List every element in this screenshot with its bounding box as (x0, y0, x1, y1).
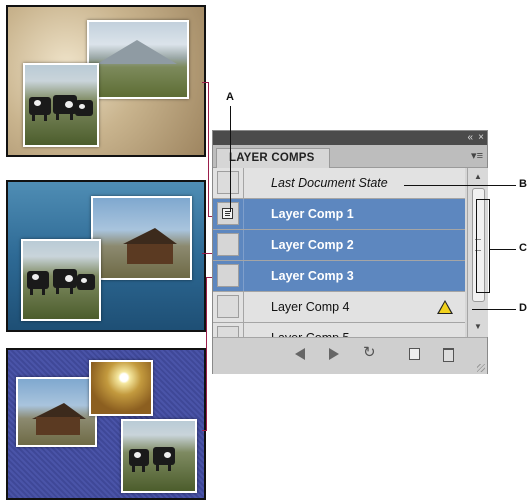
scrollbar-thumb[interactable] (472, 188, 485, 302)
callout-c: C (519, 242, 527, 254)
warning-icon[interactable]: ! (437, 300, 453, 314)
callout-b: B (519, 178, 527, 190)
apply-comp-toggle[interactable] (217, 233, 239, 256)
new-comp-icon[interactable] (409, 348, 420, 360)
resize-grip-icon[interactable] (477, 364, 485, 372)
callout-c-bracket (489, 199, 490, 293)
field-photo (89, 360, 153, 416)
cow-photo (21, 239, 101, 321)
layer-comp-applied-icon (222, 208, 233, 219)
callout-a-line (230, 106, 231, 212)
update-comp-icon[interactable]: ↻ (363, 345, 376, 360)
list-item-layer-comp-4[interactable]: Layer Comp 4 ! (213, 292, 465, 323)
cow-photo (23, 63, 99, 147)
collapse-icon[interactable]: « (467, 132, 473, 144)
callout-d: D (519, 302, 527, 314)
barn-photo (91, 196, 192, 280)
thumbnail-comp-1 (6, 5, 206, 157)
callout-c-bracket (476, 292, 490, 293)
layer-comps-panel: « × LAYER COMPS ▾≡ Last Document State L… (212, 130, 488, 374)
callout-d-line (472, 309, 516, 310)
tab-layer-comps[interactable]: LAYER COMPS (216, 148, 330, 168)
connector-line (208, 82, 209, 217)
callout-c-bracket (476, 199, 490, 200)
panel-title-strip: « × (213, 131, 487, 145)
list-item-layer-comp-2[interactable]: Layer Comp 2 (213, 230, 465, 261)
next-comp-icon[interactable] (329, 348, 339, 360)
scroll-down-icon[interactable]: ▼ (468, 322, 488, 331)
apply-comp-toggle[interactable] (217, 202, 239, 225)
mountain-photo (87, 20, 189, 99)
list-item-label: Layer Comp 3 (271, 269, 354, 283)
apply-comp-toggle[interactable] (217, 295, 239, 318)
list-item-layer-comp-3[interactable]: Layer Comp 3 (213, 261, 465, 292)
panel-tab-bar: LAYER COMPS ▾≡ (213, 145, 487, 168)
list-item-label: Layer Comp 1 (271, 207, 354, 221)
callout-b-line (404, 185, 516, 186)
list-item-layer-comp-1[interactable]: Layer Comp 1 (213, 199, 465, 230)
panel-footer: ↻ (213, 337, 487, 374)
thumbnail-comp-2 (6, 180, 206, 332)
delete-comp-icon[interactable] (443, 348, 454, 362)
apply-comp-toggle[interactable] (217, 264, 239, 287)
previous-comp-icon[interactable] (295, 348, 305, 360)
connector-line (206, 277, 207, 431)
list-item-label: Last Document State (271, 176, 388, 190)
panel-menu-icon[interactable]: ▾≡ (471, 149, 483, 162)
scroll-up-icon[interactable]: ▲ (468, 172, 488, 181)
callout-a: A (226, 91, 234, 103)
cow-photo (121, 419, 197, 493)
list-item-last-document-state[interactable]: Last Document State (213, 168, 465, 199)
barn-photo (16, 377, 97, 447)
list-item-label: Layer Comp 2 (271, 238, 354, 252)
scrollbar[interactable]: ▲ ▼ (467, 168, 488, 337)
close-icon[interactable]: × (478, 132, 484, 144)
apply-comp-toggle[interactable] (217, 171, 239, 194)
thumbnail-comp-3 (6, 348, 206, 500)
callout-c-bracket (476, 199, 477, 293)
list-item-label: Layer Comp 4 (271, 300, 350, 314)
callout-c-line (490, 249, 516, 250)
layer-comps-list: Last Document State Layer Comp 1 Layer C… (213, 168, 465, 354)
